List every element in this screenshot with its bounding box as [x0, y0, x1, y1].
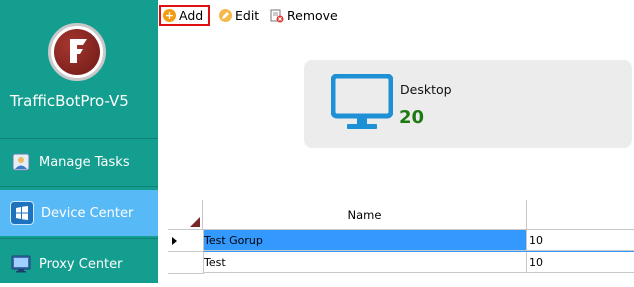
add-icon: +	[163, 9, 176, 22]
table-header: Name	[168, 200, 634, 230]
sidebar-item-label: Device Center	[41, 205, 134, 221]
sidebar-item-device-center[interactable]: Device Center	[0, 190, 158, 236]
row-selector[interactable]	[168, 230, 204, 252]
add-button-label: Add	[179, 8, 204, 23]
sidebar-item-label: Proxy Center	[39, 256, 123, 272]
row-name-cell[interactable]: Test	[204, 252, 527, 273]
sidebar-item-manage-tasks[interactable]: Manage Tasks	[0, 139, 158, 185]
table-corner-cell[interactable]	[168, 200, 203, 229]
app-title: TrafficBotPro-V5	[10, 92, 129, 110]
row-count-cell[interactable]: 10	[527, 230, 634, 251]
edit-button[interactable]: Edit	[217, 5, 261, 26]
column-header-count[interactable]	[527, 200, 634, 229]
table-row[interactable]: Test Gorup 10	[168, 230, 634, 252]
device-card-title: Desktop	[400, 82, 452, 97]
proxy-screen-icon	[10, 253, 32, 275]
row-name-cell[interactable]: Test Gorup	[204, 230, 527, 251]
table-row[interactable]: Test 10	[168, 252, 634, 274]
column-header-name[interactable]: Name	[203, 200, 527, 229]
user-badge-icon	[10, 151, 32, 173]
device-card-desktop[interactable]: Desktop 20	[304, 60, 632, 148]
remove-button[interactable]: Remove	[268, 5, 340, 26]
row-selector[interactable]	[168, 252, 204, 274]
edit-icon	[219, 9, 232, 22]
remove-button-label: Remove	[287, 8, 338, 23]
edit-button-label: Edit	[235, 8, 260, 23]
device-card-count: 20	[399, 107, 425, 128]
current-row-arrow-icon	[172, 237, 177, 245]
row-count-cell[interactable]: 10	[527, 252, 634, 273]
sidebar: TrafficBotPro-V5 Manage Tasks Device Cen…	[0, 0, 158, 283]
sidebar-item-label: Manage Tasks	[39, 154, 130, 170]
windows-logo-icon	[10, 201, 34, 225]
sidebar-item-proxy-center[interactable]: Proxy Center	[0, 241, 158, 287]
remove-icon	[270, 9, 284, 23]
device-group-table: Name Test Gorup 10 Test 10	[168, 200, 634, 283]
app-logo	[48, 23, 106, 81]
desktop-monitor-icon	[331, 74, 393, 129]
toolbar: + Add Edit Remove	[158, 0, 634, 30]
add-button[interactable]: + Add	[159, 5, 210, 26]
